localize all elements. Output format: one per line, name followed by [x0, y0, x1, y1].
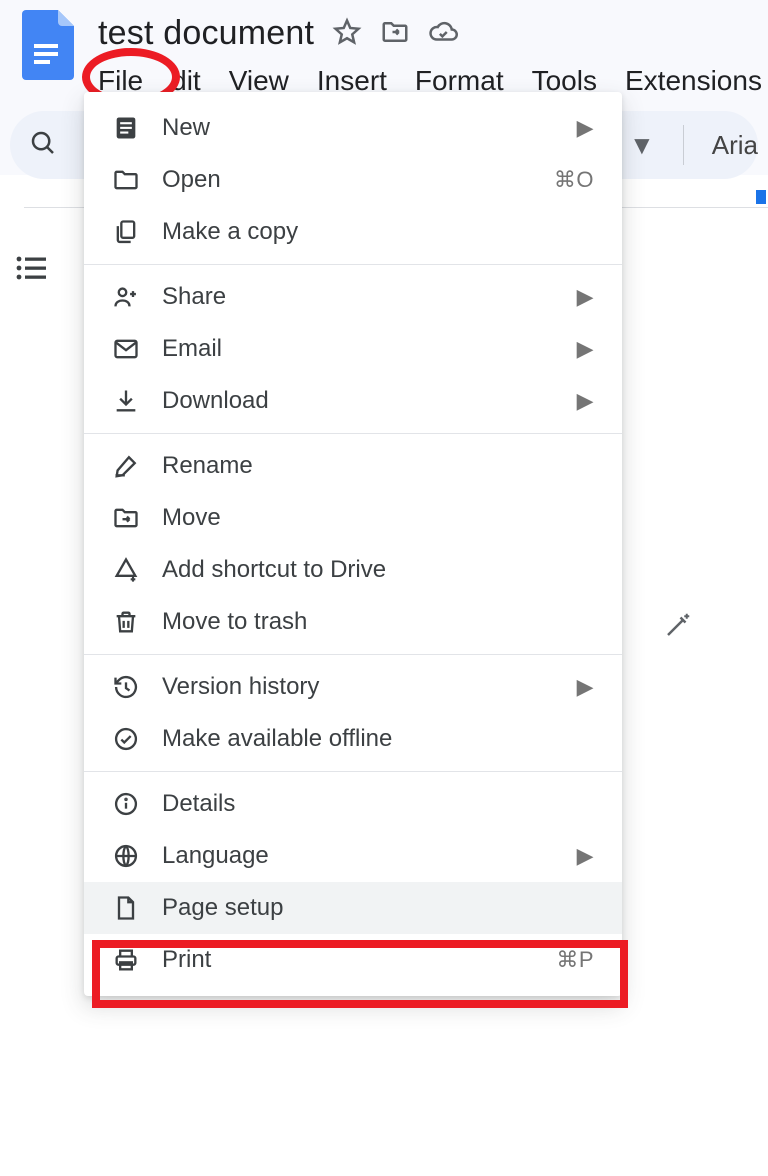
chevron-down-icon[interactable]: ▼ — [629, 130, 655, 161]
file-menu-language-label: Language — [162, 842, 269, 870]
document-title[interactable]: test document — [98, 10, 314, 53]
submenu-arrow-icon: ▶ — [577, 674, 594, 700]
file-menu-open[interactable]: Open ⌘O — [84, 154, 622, 206]
trash-icon — [112, 608, 140, 636]
cloud-status-icon[interactable] — [428, 17, 458, 47]
submenu-arrow-icon: ▶ — [577, 388, 594, 414]
email-icon — [112, 335, 140, 363]
file-menu-make-copy[interactable]: Make a copy — [84, 206, 622, 258]
magic-wand-icon[interactable] — [658, 605, 698, 645]
file-menu-download[interactable]: Download ▶ — [84, 375, 622, 427]
file-menu-rename[interactable]: Rename — [84, 440, 622, 492]
submenu-arrow-icon: ▶ — [577, 115, 594, 141]
file-menu-share-label: Share — [162, 283, 226, 311]
file-menu-move-to-trash-label: Move to trash — [162, 608, 307, 636]
file-menu-rename-label: Rename — [162, 452, 253, 480]
font-family-label[interactable]: Aria — [712, 130, 758, 161]
file-menu-open-shortcut: ⌘O — [554, 167, 594, 193]
file-menu-print-label: Print — [162, 946, 211, 974]
file-menu-email[interactable]: Email ▶ — [84, 323, 622, 375]
move-folder-icon — [112, 504, 140, 532]
file-menu-offline-label: Make available offline — [162, 725, 392, 753]
file-menu-offline[interactable]: Make available offline — [84, 713, 622, 765]
docs-logo-icon[interactable] — [22, 10, 74, 80]
file-menu-print-shortcut: ⌘P — [556, 947, 594, 973]
file-menu-share[interactable]: Share ▶ — [84, 271, 622, 323]
drive-shortcut-icon — [112, 556, 140, 584]
rename-icon — [112, 452, 140, 480]
folder-icon — [112, 166, 140, 194]
document-outline-button[interactable] — [8, 245, 54, 291]
page-icon — [112, 894, 140, 922]
file-menu-move[interactable]: Move — [84, 492, 622, 544]
file-menu-dropdown: New ▶ Open ⌘O Make a copy Share ▶ Email … — [84, 92, 622, 996]
file-menu-version-history-label: Version history — [162, 673, 319, 701]
download-icon — [112, 387, 140, 415]
menu-extensions[interactable]: Extensions — [625, 63, 762, 99]
copy-icon — [112, 218, 140, 246]
offline-check-icon — [112, 725, 140, 753]
file-menu-page-setup[interactable]: Page setup — [84, 882, 622, 934]
menu-separator — [84, 771, 622, 772]
submenu-arrow-icon: ▶ — [577, 284, 594, 310]
history-icon — [112, 673, 140, 701]
menu-separator — [84, 654, 622, 655]
star-icon[interactable] — [332, 17, 362, 47]
file-menu-new-label: New — [162, 114, 210, 142]
globe-icon — [112, 842, 140, 870]
search-icon[interactable] — [28, 128, 58, 163]
file-menu-language[interactable]: Language ▶ — [84, 830, 622, 882]
person-add-icon — [112, 283, 140, 311]
header: test document File dit View Insert Forma… — [0, 0, 768, 99]
file-menu-add-shortcut-label: Add shortcut to Drive — [162, 556, 386, 584]
ruler-indent-marker[interactable] — [756, 190, 766, 204]
file-menu-new[interactable]: New ▶ — [84, 102, 622, 154]
print-icon — [112, 946, 140, 974]
toolbar-divider — [683, 125, 684, 165]
file-menu-details[interactable]: Details — [84, 778, 622, 830]
info-icon — [112, 790, 140, 818]
file-menu-move-to-trash[interactable]: Move to trash — [84, 596, 622, 648]
file-menu-move-label: Move — [162, 504, 221, 532]
file-menu-page-setup-label: Page setup — [162, 894, 283, 922]
move-to-folder-icon[interactable] — [380, 17, 410, 47]
file-menu-make-copy-label: Make a copy — [162, 218, 298, 246]
submenu-arrow-icon: ▶ — [577, 843, 594, 869]
file-menu-open-label: Open — [162, 166, 221, 194]
document-icon — [112, 114, 140, 142]
file-menu-details-label: Details — [162, 790, 235, 818]
file-menu-email-label: Email — [162, 335, 222, 363]
file-menu-version-history[interactable]: Version history ▶ — [84, 661, 622, 713]
menu-separator — [84, 264, 622, 265]
file-menu-download-label: Download — [162, 387, 269, 415]
submenu-arrow-icon: ▶ — [577, 336, 594, 362]
file-menu-add-shortcut[interactable]: Add shortcut to Drive — [84, 544, 622, 596]
menu-separator — [84, 433, 622, 434]
file-menu-print[interactable]: Print ⌘P — [84, 934, 622, 986]
